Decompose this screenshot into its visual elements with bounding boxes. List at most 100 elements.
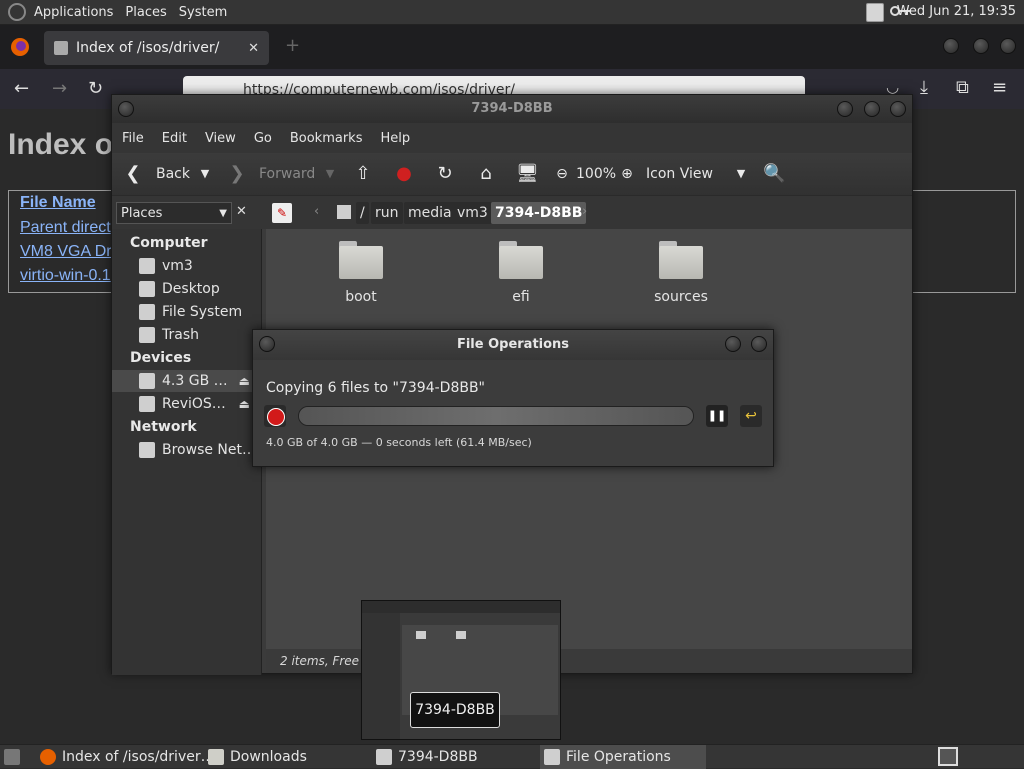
drive-icon[interactable]	[337, 205, 351, 219]
thumb-titlebar	[362, 601, 560, 613]
zoom-in-icon[interactable]: ⊕	[616, 163, 638, 185]
page-heading: Index o	[8, 128, 114, 161]
browser-tab[interactable]: Index of /isos/driver/ ✕	[44, 31, 269, 65]
cancel-copy-button[interactable]	[264, 405, 286, 427]
virtio-win-link[interactable]: virtio-win-0.1	[20, 267, 111, 285]
folder-boot[interactable]: boot	[316, 241, 406, 305]
menu-go[interactable]: Go	[254, 131, 272, 146]
stop-icon[interactable]: ●	[393, 163, 415, 185]
fm-minimize-icon[interactable]	[837, 101, 853, 117]
downloads-icon[interactable]: ⤓	[920, 77, 928, 98]
minimize-icon[interactable]	[943, 38, 959, 54]
parent-directory-link[interactable]: Parent direct	[20, 219, 111, 237]
back-history-dropdown-icon[interactable]: ▼	[194, 163, 216, 185]
crumb-scroll-right-icon[interactable]: ›	[582, 204, 587, 219]
crumb-run[interactable]: run	[371, 202, 403, 224]
up-icon[interactable]: ⇧	[352, 163, 374, 185]
copy-detail-text: 4.0 GB of 4.0 GB — 0 seconds left (61.4 …	[266, 436, 532, 449]
places-menu[interactable]: Places	[119, 5, 172, 20]
menu-bookmarks[interactable]: Bookmarks	[290, 131, 363, 146]
notes-applet-icon[interactable]	[866, 3, 884, 22]
fm-location-bar: Places ▼ ✕ ✎ ‹ / run media vm3 7394-D8BB…	[112, 195, 912, 229]
sidebar-item-trash[interactable]: Trash	[112, 324, 262, 346]
reload-icon[interactable]: ↻	[88, 78, 103, 99]
sidebar-item-4gb-volume[interactable]: 4.3 GB … ⏏	[112, 370, 262, 392]
computer-icon[interactable]: 🖥	[516, 163, 539, 185]
close-tab-icon[interactable]: ✕	[248, 41, 259, 56]
filesystem-icon	[139, 304, 155, 320]
show-desktop-icon[interactable]	[4, 749, 20, 765]
task-file-operations[interactable]: File Operations	[540, 745, 706, 769]
places-select[interactable]: Places ▼	[116, 202, 232, 224]
eject-icon[interactable]: ⏏	[239, 393, 250, 415]
pause-button[interactable]: ❚❚	[706, 405, 728, 427]
system-menu[interactable]: System	[173, 5, 233, 20]
fm-maximize-icon[interactable]	[864, 101, 880, 117]
zoom-out-icon[interactable]: ⊖	[551, 163, 573, 185]
forward-button[interactable]: Forward	[259, 153, 315, 195]
folder-icon	[499, 241, 543, 279]
sidebar-item-filesystem[interactable]: File System	[112, 301, 262, 323]
crumb-vm3[interactable]: vm3	[453, 202, 492, 224]
vm8-vga-link[interactable]: VM8 VGA Dr	[20, 243, 112, 261]
sidebar-item-desktop[interactable]: Desktop	[112, 278, 262, 300]
desktop-icon	[139, 281, 155, 297]
workspace-switcher-icon[interactable]	[938, 747, 958, 766]
close-sidebar-icon[interactable]: ✕	[236, 204, 247, 219]
panel-clock[interactable]: Wed Jun 21, 19:35	[897, 4, 1016, 19]
reload-icon-fm[interactable]: ↻	[434, 163, 456, 185]
file-operations-icon	[544, 749, 560, 765]
view-mode-select[interactable]: Icon View	[646, 153, 713, 195]
fileop-close-icon[interactable]	[751, 336, 767, 352]
sidebar-item-revios[interactable]: ReviOS… ⏏	[112, 393, 262, 415]
home-icon[interactable]: ⌂	[475, 163, 497, 185]
folder-icon	[659, 241, 703, 279]
folder-sources[interactable]: sources	[636, 241, 726, 305]
task-7394-d8bb[interactable]: 7394-D8BB	[372, 745, 540, 769]
fm-close-icon[interactable]	[890, 101, 906, 117]
firefox-icon[interactable]	[10, 37, 30, 57]
maximize-icon[interactable]	[973, 38, 989, 54]
search-icon[interactable]: 🔍	[763, 163, 785, 185]
gnome-foot-icon[interactable]	[8, 3, 26, 21]
crumb-media[interactable]: media	[404, 202, 456, 224]
sidebar-item-label: Browse Net…	[162, 442, 257, 458]
menu-edit[interactable]: Edit	[162, 131, 187, 146]
crumb-7394-d8bb[interactable]: 7394-D8BB	[491, 202, 587, 224]
sidebar-item-vm3[interactable]: vm3	[112, 255, 262, 277]
window-menu-icon[interactable]	[259, 336, 275, 352]
firefox-tabbar: Index of /isos/driver/ ✕ +	[0, 25, 1024, 69]
crumb-root[interactable]: /	[356, 202, 369, 224]
fileop-title: File Operations	[456, 337, 570, 352]
fm-toolbar: ❮ Back ▼ ❯ Forward ▼ ⇧ ● ↻ ⌂ 🖥 ⊖ 100% ⊕ …	[112, 153, 912, 195]
fm-titlebar[interactable]: 7394-D8BB	[112, 95, 912, 123]
task-downloads[interactable]: Downloads	[204, 745, 372, 769]
back-arrow-icon[interactable]: ←	[14, 78, 29, 99]
back-icon[interactable]: ❮	[122, 163, 144, 185]
undo-button[interactable]: ↩	[740, 405, 762, 427]
menu-help[interactable]: Help	[380, 131, 410, 146]
fileop-minimize-icon[interactable]	[725, 336, 741, 352]
edit-location-icon[interactable]: ✎	[272, 203, 292, 223]
fileop-titlebar[interactable]: File Operations	[253, 330, 773, 360]
sidebar-item-browse-network[interactable]: Browse Net…	[112, 439, 262, 461]
menu-view[interactable]: View	[205, 131, 236, 146]
close-window-icon[interactable]	[1000, 38, 1016, 54]
extensions-icon[interactable]: ⧉	[956, 77, 969, 98]
file-operations-dialog: File Operations Copying 6 files to "7394…	[252, 329, 774, 467]
window-menu-icon[interactable]	[118, 101, 134, 117]
applications-menu[interactable]: Applications	[28, 5, 119, 20]
view-mode-dropdown-icon[interactable]: ▼	[730, 163, 752, 185]
forward-history-dropdown-icon[interactable]: ▼	[319, 163, 341, 185]
new-tab-icon[interactable]: +	[285, 35, 300, 56]
eject-icon[interactable]: ⏏	[239, 370, 250, 392]
forward-icon[interactable]: ❯	[226, 163, 248, 185]
task-firefox[interactable]: Index of /isos/driver…	[36, 745, 215, 769]
crumb-scroll-left-icon[interactable]: ‹	[314, 204, 319, 219]
forward-arrow-icon[interactable]: →	[52, 78, 67, 99]
back-button[interactable]: Back	[156, 153, 190, 195]
folder-efi[interactable]: efi	[476, 241, 566, 305]
menu-icon[interactable]: ≡	[992, 77, 1007, 98]
menu-file[interactable]: File	[122, 131, 144, 146]
file-name-header-link[interactable]: File Name	[20, 194, 96, 212]
